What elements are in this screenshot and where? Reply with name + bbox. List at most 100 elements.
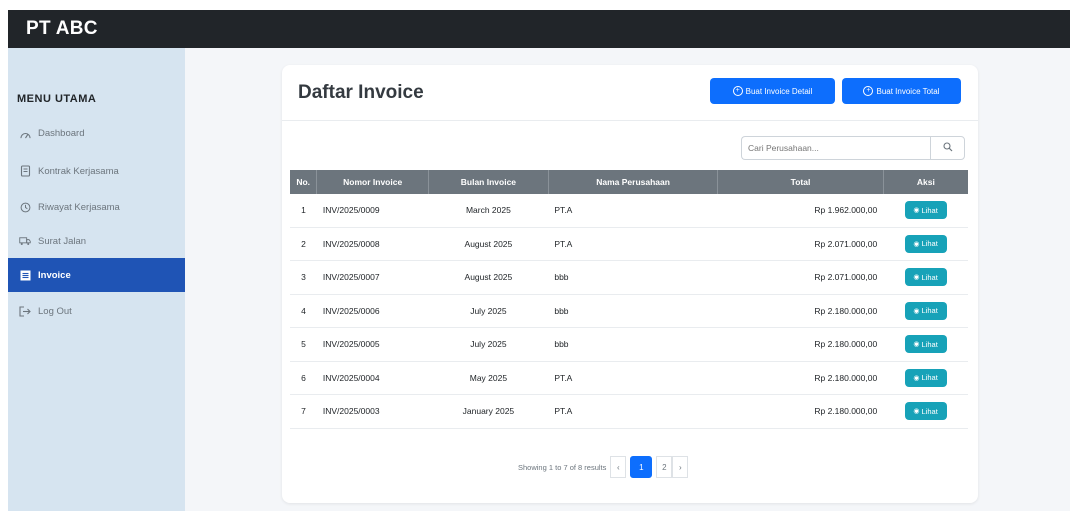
view-button[interactable]: ◉ Lihat bbox=[904, 335, 947, 354]
cell-bulan-invoice: July 2025 bbox=[428, 327, 549, 362]
header-nomor-invoice: Nomor Invoice bbox=[316, 170, 429, 194]
view-label: Lihat bbox=[921, 205, 938, 215]
view-label: Lihat bbox=[921, 239, 938, 249]
cell-nama-perusahaan: PT.A bbox=[548, 227, 718, 261]
document-icon bbox=[18, 164, 32, 178]
eye-icon: ◉ bbox=[913, 408, 920, 416]
truck-icon bbox=[18, 234, 32, 248]
card-header: Daftar Invoice + Buat Invoice Detail + B… bbox=[282, 65, 978, 121]
table-header-row: No. Nomor Invoice Bulan Invoice Nama Per… bbox=[290, 170, 968, 194]
cell-nomor-invoice: INV/2025/0006 bbox=[316, 294, 429, 328]
table-row: 3 INV/2025/0007 August 2025 bbb Rp 2.071… bbox=[290, 260, 968, 295]
pagination-page-2[interactable]: 2 bbox=[656, 456, 673, 478]
invoice-card: Daftar Invoice + Buat Invoice Detail + B… bbox=[282, 65, 978, 503]
sidebar-item-dashboard[interactable]: Dashboard bbox=[8, 116, 185, 150]
sidebar-item-label: Kontrak Kerjasama bbox=[38, 165, 119, 177]
cell-total: Rp 2.180.000,00 bbox=[717, 361, 884, 395]
pagination-prev-button[interactable]: ‹ bbox=[610, 456, 627, 478]
sidebar-item-riwayat[interactable]: Riwayat Kerjasama bbox=[8, 190, 185, 224]
create-invoice-total-label: Buat Invoice Total bbox=[876, 86, 940, 96]
header-total: Total bbox=[717, 170, 884, 194]
sidebar-item-label: Log Out bbox=[38, 305, 72, 317]
invoice-icon bbox=[18, 268, 32, 282]
header-bulan-invoice: Bulan Invoice bbox=[428, 170, 549, 194]
cell-no: 5 bbox=[290, 327, 317, 362]
cell-aksi: ◉ Lihat bbox=[883, 194, 968, 228]
sidebar-item-label: Dashboard bbox=[38, 127, 85, 139]
view-button[interactable]: ◉ Lihat bbox=[904, 301, 947, 320]
sidebar-item-surat-jalan[interactable]: Surat Jalan bbox=[8, 224, 185, 258]
create-invoice-total-button[interactable]: + Buat Invoice Total bbox=[842, 78, 961, 104]
cell-nomor-invoice: INV/2025/0004 bbox=[316, 361, 429, 395]
view-button[interactable]: ◉ Lihat bbox=[904, 201, 947, 220]
search-group bbox=[741, 136, 965, 160]
cell-total: Rp 2.180.000,00 bbox=[717, 394, 884, 429]
cell-bulan-invoice: August 2025 bbox=[428, 260, 549, 295]
page-title: Daftar Invoice bbox=[298, 82, 424, 103]
eye-icon: ◉ bbox=[913, 274, 920, 282]
sidebar-item-label: Surat Jalan bbox=[38, 235, 87, 247]
sidebar-item-label: Riwayat Kerjasama bbox=[38, 201, 120, 213]
search-icon bbox=[942, 139, 953, 157]
view-label: Lihat bbox=[921, 339, 938, 349]
cell-no: 6 bbox=[290, 361, 317, 395]
sidebar: MENU UTAMA Dashboard Kontrak Kerjasama R… bbox=[8, 48, 185, 511]
cell-nama-perusahaan: PT.A bbox=[548, 361, 718, 395]
cell-nama-perusahaan: PT.A bbox=[548, 394, 718, 429]
cell-nomor-invoice: INV/2025/0009 bbox=[316, 194, 429, 228]
invoice-table: No. Nomor Invoice Bulan Invoice Nama Per… bbox=[290, 170, 968, 429]
search-input[interactable] bbox=[741, 136, 930, 160]
view-button[interactable]: ◉ Lihat bbox=[904, 234, 947, 253]
cell-nomor-invoice: INV/2025/0008 bbox=[316, 227, 429, 261]
cell-no: 3 bbox=[290, 260, 317, 295]
brand-title[interactable]: PT ABC bbox=[26, 18, 98, 40]
view-button[interactable]: ◉ Lihat bbox=[904, 402, 947, 421]
sidebar-title: MENU UTAMA bbox=[17, 93, 97, 105]
cell-no: 4 bbox=[290, 294, 317, 328]
view-button[interactable]: ◉ Lihat bbox=[904, 368, 947, 387]
pagination-info: Showing 1 to 7 of 8 results bbox=[518, 462, 607, 472]
dashboard-icon bbox=[18, 126, 32, 140]
sidebar-item-invoice[interactable]: Invoice bbox=[8, 258, 185, 292]
pagination-page-1[interactable]: 1 bbox=[630, 456, 653, 478]
create-invoice-detail-label: Buat Invoice Detail bbox=[745, 86, 813, 96]
cell-aksi: ◉ Lihat bbox=[883, 394, 968, 429]
cell-aksi: ◉ Lihat bbox=[883, 260, 968, 295]
header-no: No. bbox=[290, 170, 318, 194]
cell-nomor-invoice: INV/2025/0007 bbox=[316, 260, 429, 295]
eye-icon: ◉ bbox=[913, 341, 920, 349]
table-row: 5 INV/2025/0005 July 2025 bbb Rp 2.180.0… bbox=[290, 327, 968, 362]
sidebar-item-logout[interactable]: Log Out bbox=[8, 294, 185, 328]
cell-no: 1 bbox=[290, 194, 317, 228]
cell-total: Rp 2.071.000,00 bbox=[717, 227, 884, 261]
table-row: 6 INV/2025/0004 May 2025 PT.A Rp 2.180.0… bbox=[290, 361, 968, 395]
cell-total: Rp 2.071.000,00 bbox=[717, 260, 884, 295]
cell-nama-perusahaan: bbb bbox=[548, 327, 718, 362]
view-label: Lihat bbox=[921, 406, 938, 416]
cell-nama-perusahaan: PT.A bbox=[548, 194, 718, 228]
eye-icon: ◉ bbox=[913, 307, 920, 315]
search-button[interactable] bbox=[930, 136, 965, 160]
cell-bulan-invoice: August 2025 bbox=[428, 227, 549, 261]
table-row: 2 INV/2025/0008 August 2025 PT.A Rp 2.07… bbox=[290, 227, 968, 261]
sidebar-item-kontrak[interactable]: Kontrak Kerjasama bbox=[8, 154, 185, 188]
plus-circle-icon: + bbox=[732, 86, 743, 96]
cell-aksi: ◉ Lihat bbox=[883, 361, 968, 395]
history-icon bbox=[18, 200, 32, 214]
view-label: Lihat bbox=[921, 272, 938, 282]
pagination-next-button[interactable]: › bbox=[672, 456, 689, 478]
cell-bulan-invoice: July 2025 bbox=[428, 294, 549, 328]
cell-total: Rp 2.180.000,00 bbox=[717, 294, 884, 328]
create-invoice-detail-button[interactable]: + Buat Invoice Detail bbox=[710, 78, 835, 104]
cell-nama-perusahaan: bbb bbox=[548, 294, 718, 328]
top-navbar: PT ABC bbox=[8, 10, 1070, 48]
sidebar-item-label: Invoice bbox=[38, 269, 71, 281]
eye-icon: ◉ bbox=[913, 374, 920, 382]
view-button[interactable]: ◉ Lihat bbox=[904, 268, 947, 287]
table-row: 1 INV/2025/0009 March 2025 PT.A Rp 1.962… bbox=[290, 194, 968, 228]
view-label: Lihat bbox=[921, 373, 938, 383]
cell-total: Rp 2.180.000,00 bbox=[717, 327, 884, 362]
pagination: Showing 1 to 7 of 8 results ‹ 1 2 › bbox=[518, 456, 689, 478]
view-label: Lihat bbox=[921, 306, 938, 316]
cell-nama-perusahaan: bbb bbox=[548, 260, 718, 295]
